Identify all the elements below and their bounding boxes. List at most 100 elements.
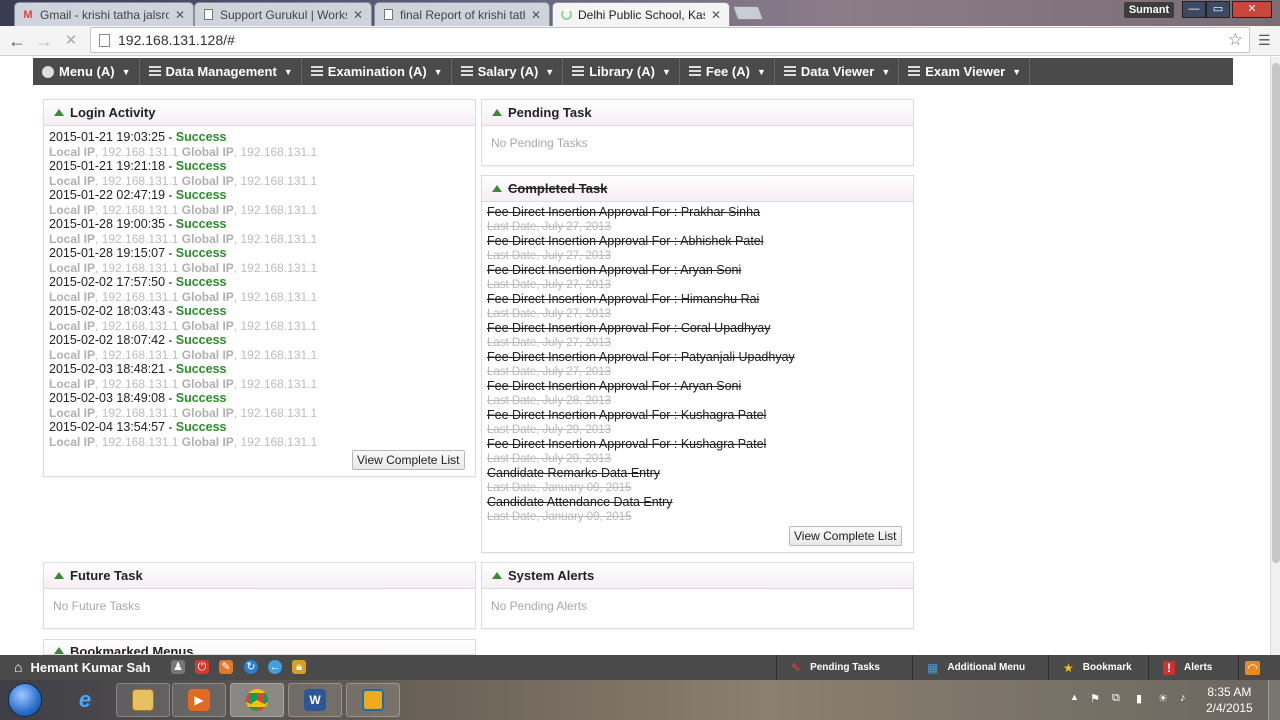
local-ip-label: Local IP xyxy=(49,231,96,246)
list-item[interactable]: Candidate Remarks Data Entry Last Date, J… xyxy=(487,466,913,495)
address-bar[interactable]: 192.168.131.128/# ☆ xyxy=(90,27,1250,53)
collapse-triangle-icon[interactable] xyxy=(492,185,502,192)
nav-library[interactable]: Library (A) ▼ xyxy=(563,58,680,85)
browser-tab-report[interactable]: final Report of krishi tatha ✕ xyxy=(374,2,550,26)
taskbar-media[interactable]: ▶ xyxy=(172,683,226,717)
panel-header[interactable]: System Alerts xyxy=(482,563,913,589)
collapse-triangle-icon[interactable] xyxy=(54,572,64,579)
close-icon[interactable]: ✕ xyxy=(529,8,543,22)
list-item[interactable]: Candidate Attendance Data Entry Last Date… xyxy=(487,495,913,524)
maximize-icon[interactable]: ▭ xyxy=(1206,1,1230,18)
task-name[interactable]: Fee Direct Insertion Approval For : Hima… xyxy=(487,292,913,307)
minimize-icon[interactable]: — xyxy=(1182,1,1206,18)
button-label: Alerts xyxy=(1184,662,1213,673)
taskbar-app[interactable] xyxy=(346,683,400,717)
collapse-triangle-icon[interactable] xyxy=(492,572,502,579)
browser-tab-gmail[interactable]: M Gmail - krishi tatha jalsrot ✕ xyxy=(14,2,194,26)
tray-network-icon[interactable]: ⧉ xyxy=(1112,692,1120,705)
profile-button[interactable]: Sumant xyxy=(1124,2,1174,18)
collapse-triangle-icon[interactable] xyxy=(492,109,502,116)
taskbar-word[interactable]: W xyxy=(288,683,342,717)
list-item[interactable]: Fee Direct Insertion Approval For : Abhi… xyxy=(487,234,913,263)
panel-header[interactable]: Login Activity xyxy=(44,100,475,126)
taskbar-explorer[interactable] xyxy=(116,683,170,717)
tray-flag-icon[interactable]: ⚑ xyxy=(1090,692,1100,705)
panel-header[interactable]: Bookmarked Menus xyxy=(44,640,475,654)
task-name[interactable]: Fee Direct Insertion Approval For : Cora… xyxy=(487,321,913,336)
panel-header[interactable]: Completed Task xyxy=(482,176,913,202)
scrollbar-thumb[interactable] xyxy=(1272,63,1280,563)
browser-tab-support[interactable]: Support Gurukul | Worksh ✕ xyxy=(194,2,372,26)
back-icon[interactable]: ← xyxy=(268,660,282,674)
global-ip: 192.168.131.1 xyxy=(240,318,318,333)
lock-icon[interactable]: 🔒︎ xyxy=(292,660,306,674)
additional-menu-button[interactable]: ▦ Additional Menu xyxy=(912,655,1048,680)
user-info[interactable]: ⌂ Hemant Kumar Sah xyxy=(14,659,150,675)
list-item[interactable]: Fee Direct Insertion Approval For : Hima… xyxy=(487,292,913,321)
task-name[interactable]: Fee Direct Insertion Approval For : Arya… xyxy=(487,263,913,278)
back-arrow-icon[interactable]: ← xyxy=(6,30,28,52)
taskbar-chrome[interactable] xyxy=(230,683,284,717)
tray-weather-icon[interactable]: ☀ xyxy=(1158,692,1168,705)
stop-loading-icon[interactable]: ✕ xyxy=(60,30,82,52)
pencil-icon[interactable]: ✎ xyxy=(219,660,233,674)
power-icon[interactable]: ⏻ xyxy=(195,660,209,674)
collapse-triangle-icon[interactable] xyxy=(54,647,64,654)
browser-menu-icon[interactable]: ☰ xyxy=(1258,32,1272,49)
tray-expand-icon[interactable]: ▲ xyxy=(1070,692,1079,702)
url-text[interactable]: 192.168.131.128/# xyxy=(118,32,1228,48)
tray-volume-icon[interactable]: ♪ xyxy=(1180,692,1186,704)
task-name[interactable]: Fee Direct Insertion Approval For : Prak… xyxy=(487,205,913,220)
user-icon[interactable]: ♟ xyxy=(171,660,185,674)
nav-salary[interactable]: Salary (A) ▼ xyxy=(452,58,564,85)
login-time: 2015-02-04 13:54:57 xyxy=(49,420,166,434)
tray-battery-icon[interactable]: ▮ xyxy=(1136,692,1142,705)
close-icon[interactable]: ✕ xyxy=(351,8,365,22)
close-icon[interactable]: ✕ xyxy=(709,8,723,22)
bookmark-button[interactable]: ★ Bookmark xyxy=(1048,655,1148,680)
start-button[interactable] xyxy=(8,683,42,717)
collapse-triangle-icon[interactable] xyxy=(54,109,64,116)
bookmark-star-icon[interactable]: ☆ xyxy=(1228,30,1243,50)
view-completed-list-button[interactable]: View Complete List xyxy=(789,526,902,546)
list-item[interactable]: Fee Direct Insertion Approval For : Paty… xyxy=(487,350,913,379)
task-name[interactable]: Fee Direct Insertion Approval For : Paty… xyxy=(487,350,913,365)
task-name[interactable]: Fee Direct Insertion Approval For : Kush… xyxy=(487,408,913,423)
separator: - xyxy=(165,130,176,144)
list-item[interactable]: Fee Direct Insertion Approval For : Prak… xyxy=(487,205,913,234)
nav-data-management[interactable]: Data Management ▼ xyxy=(140,58,302,85)
rss-button[interactable]: ◠ xyxy=(1238,655,1270,680)
close-icon[interactable]: ✕ xyxy=(173,8,187,22)
task-name[interactable]: Fee Direct Insertion Approval For : Kush… xyxy=(487,437,913,452)
task-name[interactable]: Candidate Remarks Data Entry xyxy=(487,466,913,481)
alerts-button[interactable]: ! Alerts xyxy=(1148,655,1238,680)
new-tab-button[interactable] xyxy=(732,6,764,20)
list-item[interactable]: Fee Direct Insertion Approval For : Kush… xyxy=(487,437,913,466)
panel-header[interactable]: Future Task xyxy=(44,563,475,589)
list-item[interactable]: Fee Direct Insertion Approval For : Arya… xyxy=(487,379,913,408)
nav-examination[interactable]: Examination (A) ▼ xyxy=(302,58,452,85)
task-name[interactable]: Fee Direct Insertion Approval For : Arya… xyxy=(487,379,913,394)
task-name[interactable]: Fee Direct Insertion Approval For : Abhi… xyxy=(487,234,913,249)
page-scrollbar[interactable] xyxy=(1270,57,1280,655)
browser-tab-active[interactable]: Delhi Public School, Kashi ✕ xyxy=(552,2,730,26)
show-desktop-button[interactable] xyxy=(1268,680,1280,720)
local-ip-label: Local IP xyxy=(49,260,96,275)
forward-arrow-icon[interactable]: → xyxy=(33,30,55,52)
list-item[interactable]: Fee Direct Insertion Approval For : Cora… xyxy=(487,321,913,350)
pending-tasks-button[interactable]: ✎ Pending Tasks xyxy=(776,655,912,680)
view-login-list-button[interactable]: View Complete List xyxy=(352,450,465,470)
refresh-icon[interactable]: ↻ xyxy=(244,660,258,674)
nav-data-viewer[interactable]: Data Viewer ▼ xyxy=(775,58,900,85)
nav-fee[interactable]: Fee (A) ▼ xyxy=(680,58,775,85)
nav-menu[interactable]: Menu (A) ▼ xyxy=(33,58,140,85)
window-close-icon[interactable]: ✕ xyxy=(1232,1,1272,18)
home-icon[interactable]: ⌂ xyxy=(14,659,22,675)
list-item[interactable]: Fee Direct Insertion Approval For : Arya… xyxy=(487,263,913,292)
taskbar-ie[interactable]: e xyxy=(58,683,112,717)
list-item[interactable]: Fee Direct Insertion Approval For : Kush… xyxy=(487,408,913,437)
system-clock[interactable]: 8:35 AM 2/4/2015 xyxy=(1206,684,1253,716)
task-name[interactable]: Candidate Attendance Data Entry xyxy=(487,495,913,510)
panel-header[interactable]: Pending Task xyxy=(482,100,913,126)
nav-exam-viewer[interactable]: Exam Viewer ▼ xyxy=(899,58,1031,85)
